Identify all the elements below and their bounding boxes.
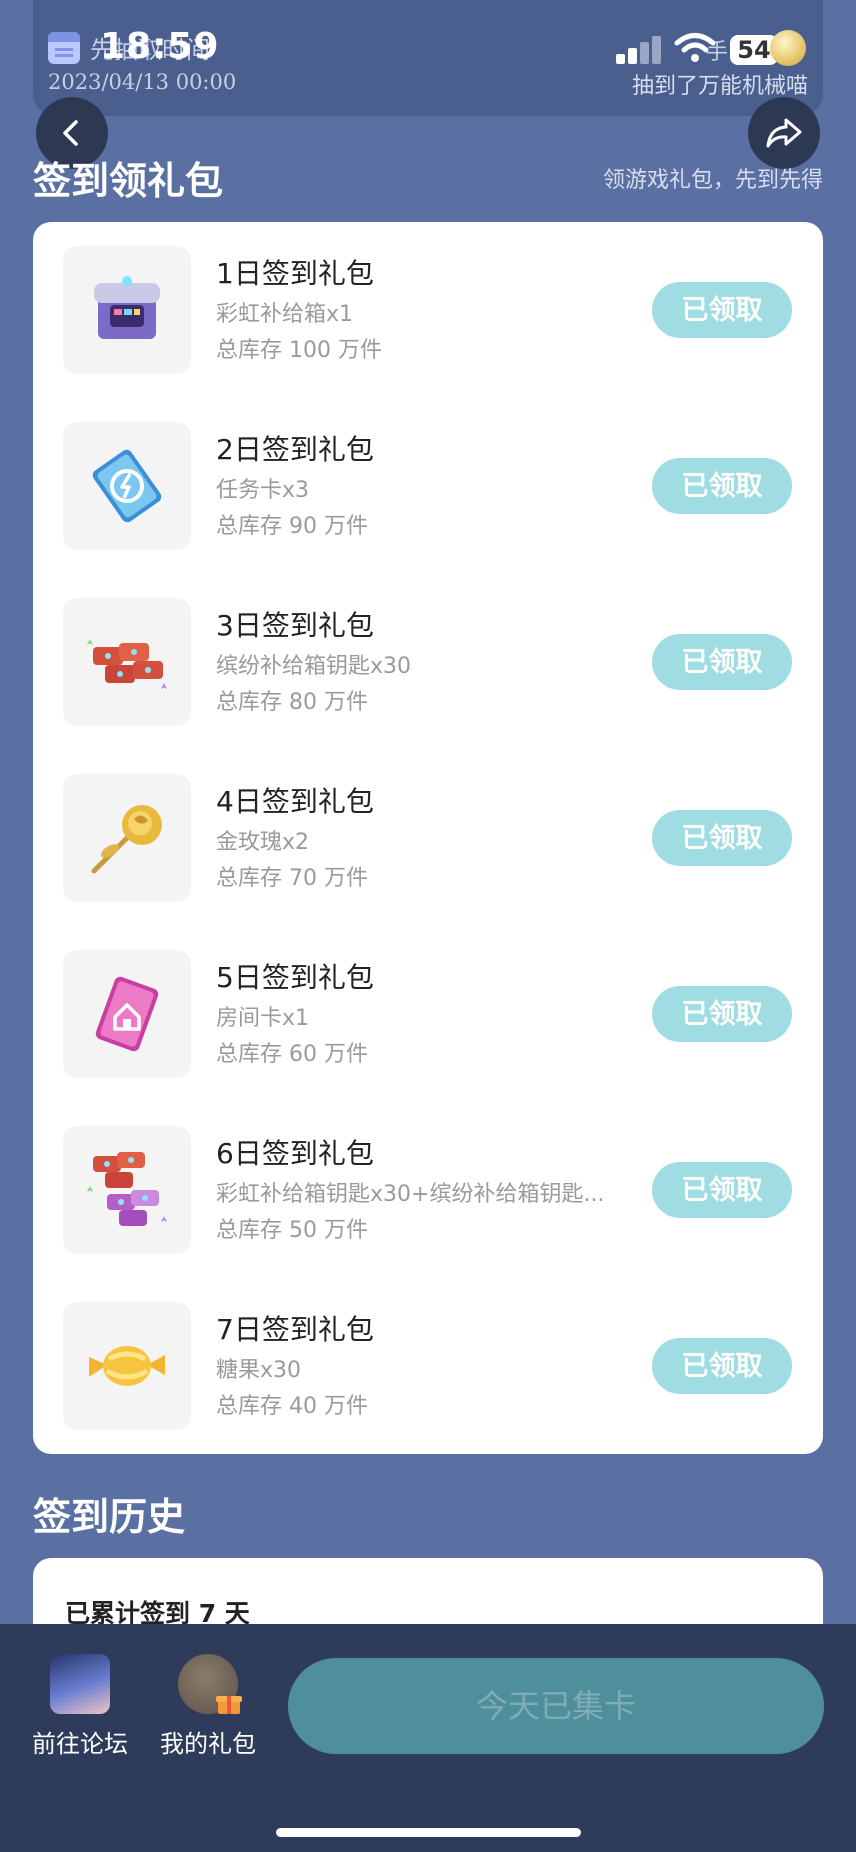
claimed-button[interactable]: 已领取 (652, 810, 792, 866)
gift-box-icon (216, 1696, 242, 1714)
forum-avatar-icon (50, 1654, 110, 1714)
gift-stock: 总库存 40 万件 (216, 1394, 368, 1419)
coin-icon (770, 30, 806, 66)
chevron-left-icon (63, 120, 78, 146)
gift-thumb (63, 1126, 191, 1254)
room-card-icon (95, 976, 159, 1052)
gift-thumb (63, 246, 191, 374)
checkin-section-subtitle: 领游戏礼包，先到先得 (602, 168, 823, 193)
task-card-icon (92, 449, 162, 523)
gift-thumb (63, 422, 191, 550)
bottom-action-bar: 前往论坛 我的礼包 今天已集卡 (0, 1624, 856, 1852)
gift-stock: 总库存 80 万件 (216, 690, 368, 715)
gift-item: 5日签到礼包 房间卡x1 总库存 60 万件 已领取 (33, 950, 823, 1080)
gift-title: 1日签到礼包 (216, 257, 374, 290)
gift-thumb (63, 774, 191, 902)
gift-desc: 糖果x30 (216, 1358, 302, 1383)
gift-item: 3日签到礼包 缤纷补给箱钥匙x30 总库存 80 万件 已领取 (33, 598, 823, 728)
status-time: 18:59 (100, 26, 220, 67)
gift-title: 7日签到礼包 (216, 1313, 374, 1346)
draw-date: 2023/04/13 00:00 (48, 70, 237, 94)
gift-desc: 房间卡x1 (216, 1006, 310, 1031)
collect-card-button[interactable]: 今天已集卡 (288, 1658, 824, 1754)
gift-item: 2日签到礼包 任务卡x3 总库存 90 万件 已领取 (33, 422, 823, 552)
candy-icon (89, 1346, 165, 1386)
checkin-section-title: 签到领礼包 (33, 159, 224, 203)
gift-item: 4日签到礼包 金玫瑰x2 总库存 70 万件 已领取 (33, 774, 823, 904)
gift-stock: 总库存 70 万件 (216, 866, 368, 891)
my-gifts-tab[interactable]: 我的礼包 (148, 1654, 268, 1759)
gift-list: 1日签到礼包 彩虹补给箱x1 总库存 100 万件 已领取 2日签到礼包 任务卡… (33, 222, 823, 1454)
claimed-button[interactable]: 已领取 (652, 986, 792, 1042)
gift-thumb (63, 598, 191, 726)
gift-desc: 彩虹补给箱钥匙x30+缤纷补给箱钥匙... (216, 1182, 605, 1207)
gift-desc: 缤纷补给箱钥匙x30 (216, 654, 412, 679)
forum-tab-label: 前往论坛 (32, 1730, 128, 1758)
gift-thumb (63, 950, 191, 1078)
golden-rose-icon (91, 805, 162, 874)
my-gifts-tab-label: 我的礼包 (160, 1730, 256, 1758)
claimed-button[interactable]: 已领取 (652, 634, 792, 690)
claimed-button[interactable]: 已领取 (652, 1338, 792, 1394)
gift-stock: 总库存 50 万件 (216, 1218, 368, 1243)
home-indicator (276, 1828, 581, 1837)
gift-stock: 总库存 100 万件 (216, 338, 382, 363)
gift-desc: 彩虹补给箱x1 (216, 302, 354, 327)
gift-title: 5日签到礼包 (216, 961, 374, 994)
share-button[interactable] (748, 97, 820, 169)
supply-keys-bundle-icon (87, 1152, 167, 1226)
cellular-signal-icon (616, 34, 662, 64)
gift-desc: 任务卡x3 (216, 478, 310, 503)
gift-desc: 金玫瑰x2 (216, 830, 310, 855)
gift-item: 7日签到礼包 糖果x30 总库存 40 万件 已领取 (33, 1302, 823, 1432)
gift-title: 6日签到礼包 (216, 1137, 374, 1170)
claimed-button[interactable]: 已领取 (652, 282, 792, 338)
forum-tab[interactable]: 前往论坛 (20, 1654, 140, 1759)
rainbow-supply-box-icon (94, 276, 160, 339)
claimed-button[interactable]: 已领取 (652, 1162, 792, 1218)
gift-title: 4日签到礼包 (216, 785, 374, 818)
avatar (178, 1654, 242, 1714)
history-section-title: 签到历史 (33, 1495, 186, 1539)
gift-title: 3日签到礼包 (216, 609, 374, 642)
gift-stock: 总库存 90 万件 (216, 514, 368, 539)
gift-thumb (63, 1302, 191, 1430)
gift-item: 6日签到礼包 彩虹补给箱钥匙x30+缤纷补给箱钥匙... 总库存 50 万件 已… (33, 1126, 823, 1256)
share-arrow-icon (766, 118, 802, 148)
gift-title: 2日签到礼包 (216, 433, 374, 466)
gift-stock: 总库存 60 万件 (216, 1042, 368, 1067)
draw-result-text: 抽到了万能机械喵 (631, 74, 808, 99)
gift-item: 1日签到礼包 彩虹补给箱x1 总库存 100 万件 已领取 (33, 246, 823, 376)
calendar-icon (48, 31, 80, 64)
colorful-supply-key-icon (87, 639, 167, 689)
wifi-icon (674, 33, 716, 62)
claimed-button[interactable]: 已领取 (652, 458, 792, 514)
